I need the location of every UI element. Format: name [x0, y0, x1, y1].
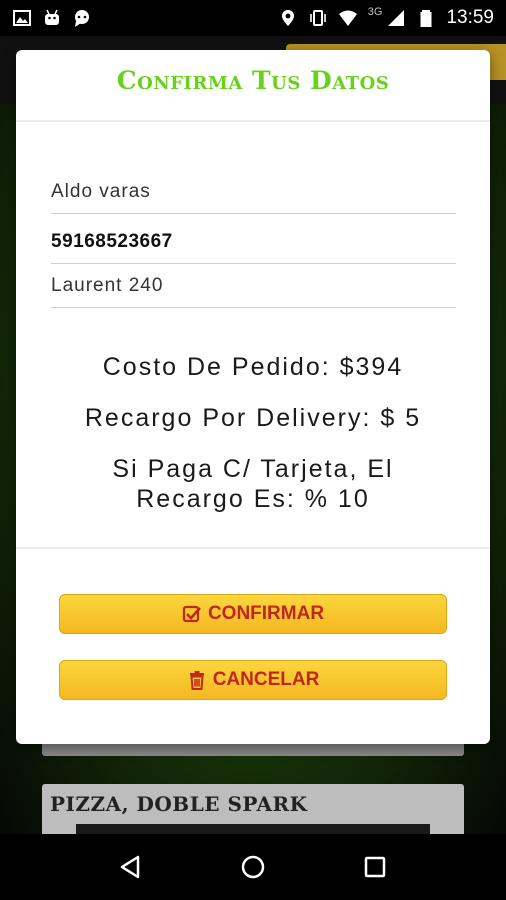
cancel-button[interactable]: CANCELAR — [59, 660, 447, 700]
order-cost-text: Costo De Pedido: $394 — [102, 353, 404, 381]
card-fee-line1: Si Paga C/ Tarjeta, El — [112, 455, 394, 483]
name-field[interactable]: Aldo varas — [51, 176, 456, 214]
background-card-title: PIZZA, DOBLE SPARK — [50, 792, 308, 816]
confirm-button-label: CONFIRMAR — [207, 603, 325, 624]
title-divider — [16, 120, 490, 122]
cancel-button-label: CANCELAR — [212, 669, 320, 690]
navigation-bar — [0, 834, 506, 900]
home-icon[interactable] — [238, 852, 268, 882]
network-type: 3G — [367, 6, 383, 18]
check-square-icon — [182, 605, 201, 623]
signal-icon — [388, 10, 405, 26]
trash-icon — [189, 671, 204, 690]
android-icon — [45, 9, 59, 25]
location-icon — [281, 10, 294, 26]
delivery-fee-text: Recargo Por Delivery: $ 5 — [84, 404, 422, 432]
wifi-icon — [338, 10, 357, 26]
battery-icon — [420, 10, 432, 27]
dialog-title: Confirma Tus Datos — [116, 66, 390, 95]
card-fee-line2: Recargo Es: % 10 — [136, 485, 370, 513]
recents-icon[interactable] — [360, 852, 390, 882]
status-bar: 3G 13:59 — [0, 0, 506, 36]
image-icon — [13, 10, 31, 26]
back-icon[interactable] — [116, 852, 146, 882]
confirm-dialog: Confirma Tus Datos Aldo varas 5916852366… — [16, 50, 490, 744]
address-field[interactable]: Laurent 240 — [51, 270, 456, 308]
phone-field[interactable]: 59168523667 — [51, 226, 456, 264]
buttons-divider — [16, 547, 490, 549]
confirm-button[interactable]: CONFIRMAR — [59, 594, 447, 634]
vibrate-icon — [309, 10, 326, 26]
chat-icon — [75, 10, 89, 27]
status-time: 13:59 — [446, 7, 494, 28]
